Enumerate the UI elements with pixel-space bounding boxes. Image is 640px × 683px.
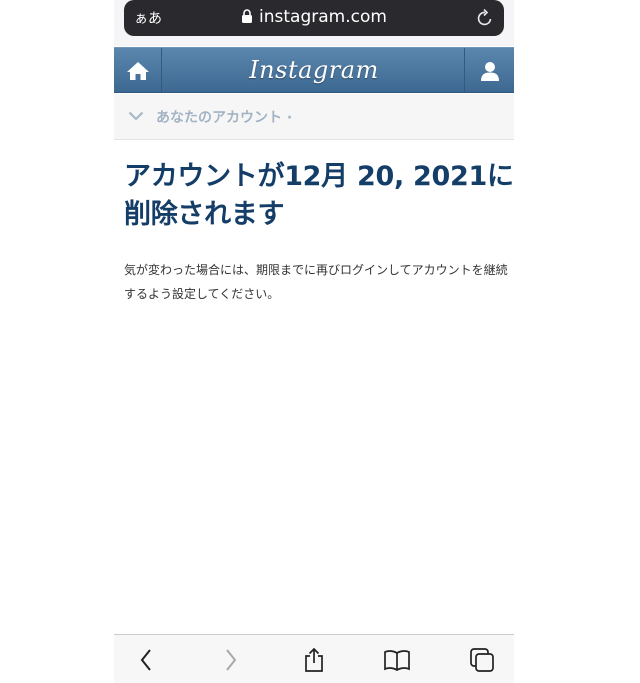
share-button[interactable]	[299, 647, 329, 673]
account-dropdown[interactable]: あなたのアカウント ·	[114, 94, 514, 140]
profile-button[interactable]	[464, 48, 514, 93]
url-text: instagram.com	[259, 7, 387, 27]
lock-icon	[242, 9, 253, 23]
chevron-right-icon	[226, 649, 237, 671]
page-title: アカウントが12月 20, 2021に削除されます	[124, 161, 514, 230]
forward-button[interactable]	[216, 647, 246, 673]
browser-toolbar	[114, 634, 514, 683]
bookmarks-button[interactable]	[382, 647, 412, 673]
account-dropdown-label: あなたのアカウント ·	[156, 110, 293, 126]
profile-icon	[480, 61, 499, 81]
back-button[interactable]	[131, 647, 161, 673]
instagram-logo[interactable]: Instagram	[114, 56, 514, 84]
reload-icon[interactable]	[476, 8, 494, 28]
browser-chrome: ぁあ instagram.com	[114, 0, 514, 46]
tabs-button[interactable]	[467, 647, 497, 673]
notice-body: 気が変わった場合には、期限までに再びログインしてアカウントを継続するよう設定して…	[124, 263, 508, 301]
chevron-left-icon	[140, 649, 151, 671]
phone-screen: ぁあ instagram.com Instagram あなたのアカウント · ア…	[114, 0, 514, 683]
instagram-header: Instagram	[114, 47, 514, 93]
share-icon	[305, 647, 323, 672]
url-display[interactable]: instagram.com	[124, 7, 504, 27]
chevron-down-icon	[128, 111, 144, 121]
book-icon	[384, 650, 410, 671]
tabs-icon	[470, 648, 494, 672]
address-bar[interactable]: ぁあ instagram.com	[124, 0, 504, 36]
